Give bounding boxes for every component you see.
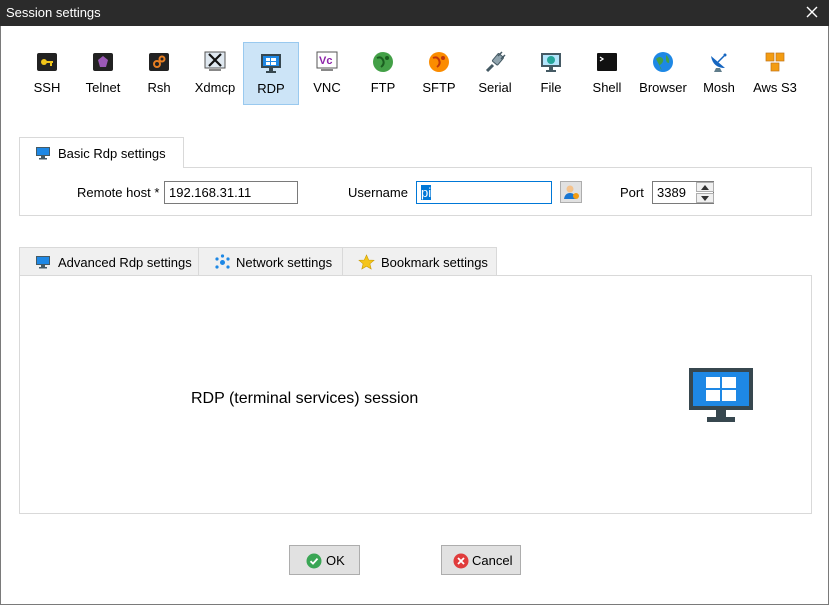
network-icon (214, 254, 231, 271)
basic-settings-panel: Remote host * 192.168.31.11 Username pi … (19, 167, 812, 216)
port-value: 3389 (657, 185, 686, 200)
user-picker-button[interactable] (560, 181, 582, 203)
session-type-aws-s3[interactable]: Aws S3 (747, 42, 803, 105)
rsh-icon (147, 50, 171, 74)
session-type-label: Telnet (85, 80, 121, 95)
ftp-globe-icon (371, 50, 395, 74)
session-description: RDP (terminal services) session (191, 390, 419, 407)
mosh-dish-icon (707, 50, 731, 74)
session-type-label: FTP (370, 80, 396, 95)
session-type-label: RDP (257, 81, 285, 96)
window-title: Session settings (6, 5, 101, 20)
tab-label: Advanced Rdp settings (58, 255, 192, 270)
session-type-label: SSH (33, 80, 61, 95)
spin-down-button[interactable] (696, 193, 714, 203)
ok-button[interactable]: OK (289, 545, 360, 575)
vnc-icon: Vc (315, 50, 339, 74)
session-type-label: Mosh (703, 80, 735, 95)
session-type-label: Serial (478, 80, 512, 95)
svg-text:Vc: Vc (319, 55, 332, 67)
session-type-label: SFTP (422, 80, 456, 95)
session-type-label: File (540, 80, 562, 95)
check-icon (306, 553, 322, 569)
telnet-gem-icon (91, 50, 115, 74)
remote-host-label: Remote host * (77, 185, 160, 200)
session-type-rdp[interactable]: RDP (243, 42, 299, 105)
title-bar: Session settings (0, 0, 829, 26)
session-type-label: Shell (592, 80, 622, 95)
star-icon (358, 254, 375, 271)
session-type-mosh[interactable]: Mosh (691, 42, 747, 105)
session-type-ssh[interactable]: SSH (19, 42, 75, 105)
session-type-telnet[interactable]: Telnet (75, 42, 131, 105)
session-type-ftp[interactable]: FTP (355, 42, 411, 105)
tab-label: Network settings (236, 255, 333, 270)
key-icon (35, 50, 59, 74)
cancel-button[interactable]: Cancel (441, 545, 521, 575)
session-type-sftp[interactable]: SFTP (411, 42, 467, 105)
tab-label: Basic Rdp settings (58, 146, 166, 161)
rdp-monitor-icon (259, 51, 283, 75)
session-type-browser[interactable]: Browser (635, 42, 691, 105)
tab-label: Bookmark settings (381, 255, 488, 270)
aws-s3-icon (763, 50, 787, 74)
shell-terminal-icon (595, 50, 619, 74)
cancel-button-label: Cancel (472, 553, 513, 568)
chevron-down-icon (701, 196, 709, 201)
session-type-label: Aws S3 (753, 80, 797, 95)
session-type-shell[interactable]: Shell (579, 42, 635, 105)
monitor-icon (35, 145, 51, 161)
browser-globe-icon (651, 50, 675, 74)
session-type-label: VNC (313, 80, 341, 95)
x-window-icon (203, 50, 227, 74)
user-icon (561, 185, 581, 205)
rdp-monitor-icon (687, 366, 755, 424)
session-type-vnc[interactable]: Vc VNC (299, 42, 355, 105)
spin-up-button[interactable] (696, 182, 714, 192)
close-icon[interactable] (803, 3, 821, 21)
session-type-file[interactable]: File (523, 42, 579, 105)
username-label: Username (348, 185, 408, 200)
session-type-rsh[interactable]: Rsh (131, 42, 187, 105)
tab-bookmark-settings[interactable]: Bookmark settings (342, 247, 497, 276)
monitor-icon (35, 254, 52, 271)
port-label: Port (620, 185, 644, 200)
remote-host-value: 192.168.31.11 (169, 185, 252, 200)
file-monitor-icon (539, 50, 563, 74)
tab-advanced-rdp-settings[interactable]: Advanced Rdp settings (19, 247, 199, 276)
tab-network-settings[interactable]: Network settings (198, 247, 343, 276)
username-value: pi (421, 185, 432, 200)
username-input[interactable]: pi (416, 181, 552, 204)
serial-plug-icon (483, 50, 507, 74)
session-type-label: Xdmcp (194, 80, 236, 95)
sftp-globe-icon (427, 50, 451, 74)
session-type-xdmcp[interactable]: Xdmcp (187, 42, 243, 105)
cancel-icon (453, 553, 469, 569)
ok-button-label: OK (326, 553, 345, 568)
tab-basic-rdp-settings[interactable]: Basic Rdp settings (19, 137, 184, 168)
session-settings-dialog: SSH Telnet Rsh Xdmcp RDP Vc VNC FTP SFTP… (0, 26, 829, 605)
session-type-serial[interactable]: Serial (467, 42, 523, 105)
session-type-label: Rsh (147, 80, 171, 95)
session-type-label: Browser (639, 80, 687, 95)
port-spinner[interactable] (696, 182, 714, 203)
chevron-up-icon (701, 185, 709, 190)
advanced-settings-panel: RDP (terminal services) session (19, 275, 812, 514)
remote-host-input[interactable]: 192.168.31.11 (164, 181, 298, 204)
